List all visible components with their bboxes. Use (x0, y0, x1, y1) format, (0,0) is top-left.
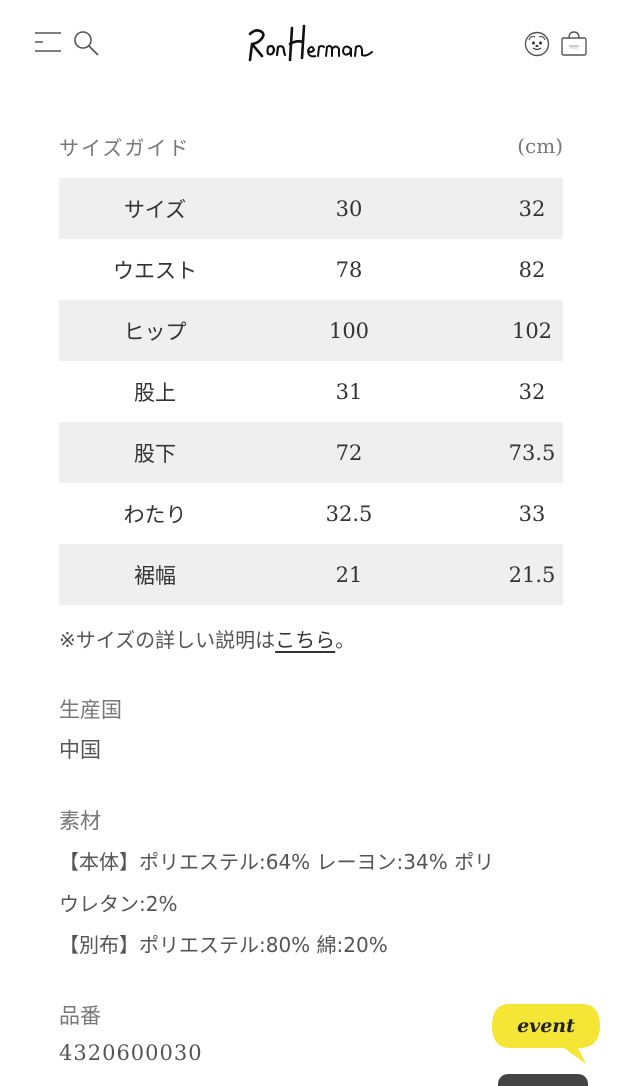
size-value: 78 (335, 257, 363, 282)
size-value: 32 (518, 196, 546, 221)
size-value: 31 (335, 379, 363, 404)
table-row: サイズ 30 32 (59, 178, 563, 239)
row-label: 股上 (134, 380, 176, 405)
row-label: サイズ (59, 178, 251, 239)
size-note-suffix: 。 (335, 628, 356, 652)
ronherman-logo[interactable] (246, 22, 376, 66)
material-label: 素材 (59, 809, 101, 833)
hamburger-menu-icon[interactable] (33, 29, 63, 55)
size-value: 100 (251, 300, 447, 361)
shopping-bag-icon[interactable] (559, 29, 589, 57)
size-details-link[interactable]: こちら (275, 628, 335, 652)
row-label: わたり (123, 502, 187, 527)
event-badge-button[interactable]: event (490, 1000, 602, 1068)
row-label: ウエスト (113, 258, 197, 283)
size-value: 21 (251, 544, 447, 605)
size-value: 32 (518, 379, 546, 404)
event-badge-label: event (517, 1015, 575, 1037)
material-line: 【別布】ポリエステル:80% 綿:20% (59, 933, 388, 957)
table-row: 股下 72 73.5 (59, 422, 563, 483)
size-guide-title: サイズガイド (59, 136, 191, 160)
character-face-icon[interactable] (524, 31, 550, 57)
table-row: ヒップ 100 102 (59, 300, 563, 361)
size-value: 32.5 (325, 501, 373, 526)
row-label: 裾幅 (59, 544, 251, 605)
table-row: 裾幅 21 21.5 (59, 544, 563, 605)
size-value: 72 (251, 422, 447, 483)
size-note-text: ※サイズの詳しい説明は (59, 628, 276, 652)
material-line: ウレタン:2% (59, 892, 178, 916)
table-row: 股上 31 32 (59, 361, 563, 422)
product-number-value: 4320600030 (59, 1041, 203, 1065)
size-value: 102 (511, 318, 553, 343)
site-header (0, 0, 621, 90)
product-number-label: 品番 (59, 1004, 101, 1028)
row-label: ヒップ (59, 300, 251, 361)
size-value: 21.5 (508, 562, 556, 587)
unit-label: (cm) (517, 134, 563, 158)
table-row: ウエスト 78 82 (59, 239, 563, 300)
size-guide-header: サイズガイド (cm) (59, 132, 563, 162)
size-value: 33 (518, 501, 546, 526)
bottom-button-partial[interactable] (498, 1074, 588, 1086)
material-line: 【本体】ポリエステル:64% レーヨン:34% ポリ (59, 850, 495, 874)
size-value: 73.5 (508, 440, 556, 465)
size-table: サイズ 30 32 ウエスト 78 82 ヒップ 100 102 股上 31 3… (59, 178, 563, 605)
origin-label: 生産国 (59, 698, 122, 722)
size-note: ※サイズの詳しい説明はこちら。 (59, 624, 355, 653)
row-label: 股下 (59, 422, 251, 483)
size-value: 30 (251, 178, 447, 239)
size-value: 82 (518, 257, 546, 282)
search-icon[interactable] (72, 29, 100, 57)
table-row: わたり 32.5 33 (59, 483, 563, 544)
origin-value: 中国 (59, 738, 101, 762)
